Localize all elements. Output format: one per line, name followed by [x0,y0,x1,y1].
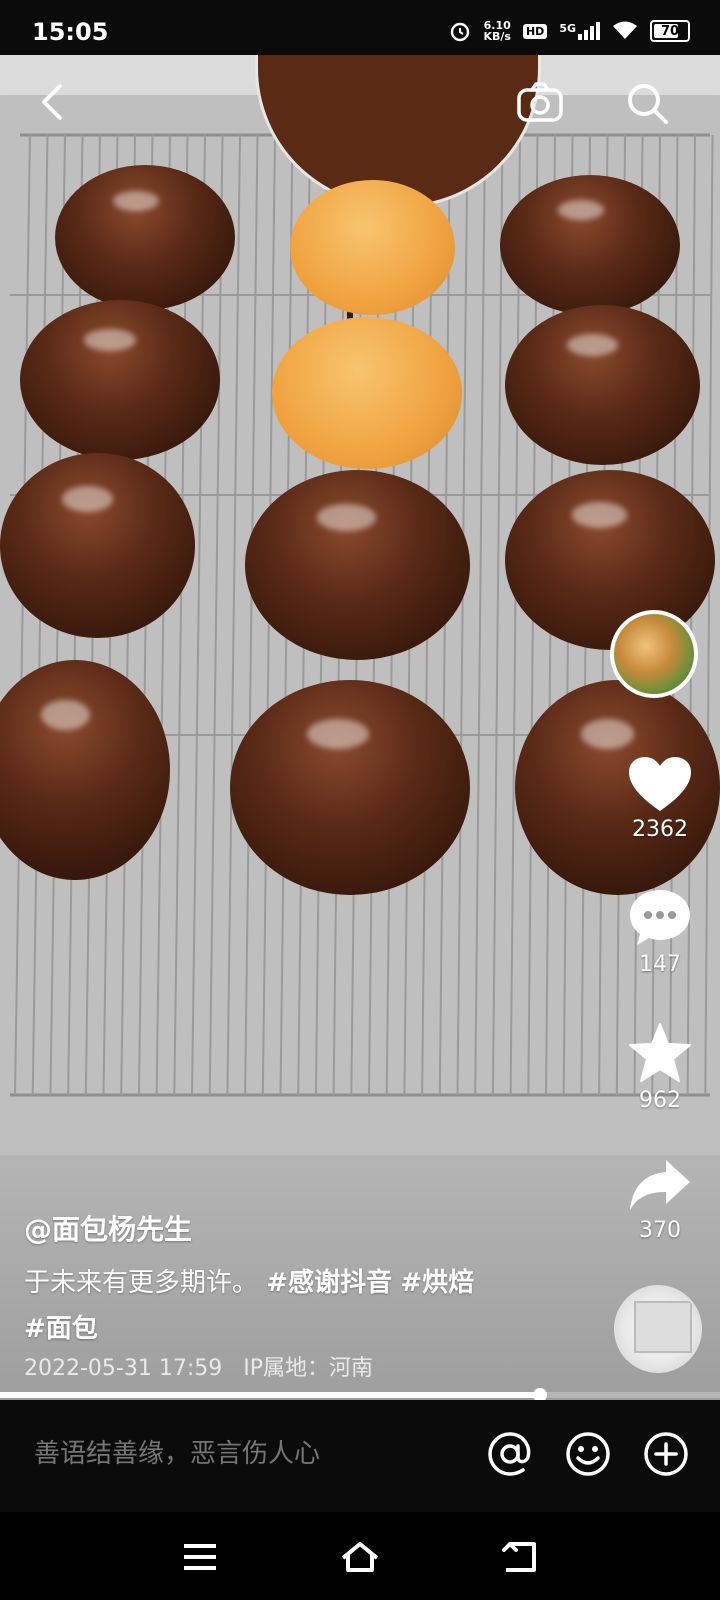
favorite-button[interactable]: 962 [610,1022,710,1113]
chocolate-bun [0,453,195,638]
plain-bun [272,317,462,469]
plus-icon[interactable] [642,1430,690,1478]
at-icon[interactable] [486,1430,534,1478]
author-name[interactable]: @面包杨先生 [24,1208,192,1248]
hashtag[interactable]: #面包 [24,1314,98,1344]
menu-icon[interactable] [180,1540,220,1574]
video-progress-bar[interactable] [0,1388,720,1402]
hd-badge: HD [522,23,548,39]
chocolate-bun [500,175,680,315]
chocolate-bun [55,165,235,310]
wifi-icon [613,21,637,39]
back-arrow-icon[interactable] [34,82,74,122]
favorite-count: 962 [639,1088,681,1113]
camera-icon[interactable] [516,80,564,124]
cellular-signal: 5G [559,22,600,40]
chocolate-bun [230,680,470,895]
battery-icon: 70 [650,20,690,42]
chocolate-bun [20,300,220,460]
star-icon [629,1023,691,1082]
status-icons: 6.10 KB/s HD 5G 70 [449,16,690,46]
music-disc[interactable] [614,1285,702,1373]
status-bar: 15:05 6.10 KB/s HD 5G 70 [0,0,720,62]
like-count: 2362 [632,817,688,842]
net-speed: 6.10 KB/s [483,19,511,43]
author-avatar[interactable] [610,610,698,698]
ip-location: IP属地：河南 [243,1356,374,1381]
comment-input[interactable] [32,1438,466,1470]
chocolate-bun [245,470,470,660]
share-count: 370 [639,1218,681,1243]
status-time: 15:05 [32,18,109,46]
hashtag[interactable]: #烘焙 [400,1268,474,1298]
back-icon[interactable] [500,1540,540,1574]
comment-button[interactable]: 147 [610,888,710,977]
home-icon[interactable] [340,1540,380,1574]
heart-icon [629,757,691,811]
comment-bar [0,1400,720,1512]
description-text: 于未来有更多期许。 [24,1268,259,1298]
comment-bubble-icon [630,890,690,945]
post-meta: 2022-05-31 17:59 IP属地：河南 [24,1350,373,1382]
video-description: 于未来有更多期许。 #感谢抖音 #烘焙 #面包 [24,1260,504,1352]
progress-fill [0,1392,540,1398]
post-date: 2022-05-31 17:59 [24,1356,223,1381]
hashtag[interactable]: #感谢抖音 [266,1268,392,1298]
share-arrow-icon [630,1160,690,1210]
share-button[interactable]: 370 [610,1158,710,1243]
chocolate-bun [505,305,700,465]
emoji-icon[interactable] [564,1430,612,1478]
alarm-icon [451,22,470,42]
comment-count: 147 [639,952,681,977]
signal-bars-icon [578,22,600,40]
system-nav-bar [0,1512,720,1600]
plain-bun [290,180,455,315]
disc-cover [634,1301,692,1353]
like-button[interactable]: 2362 [610,755,710,842]
search-icon[interactable] [624,80,670,126]
